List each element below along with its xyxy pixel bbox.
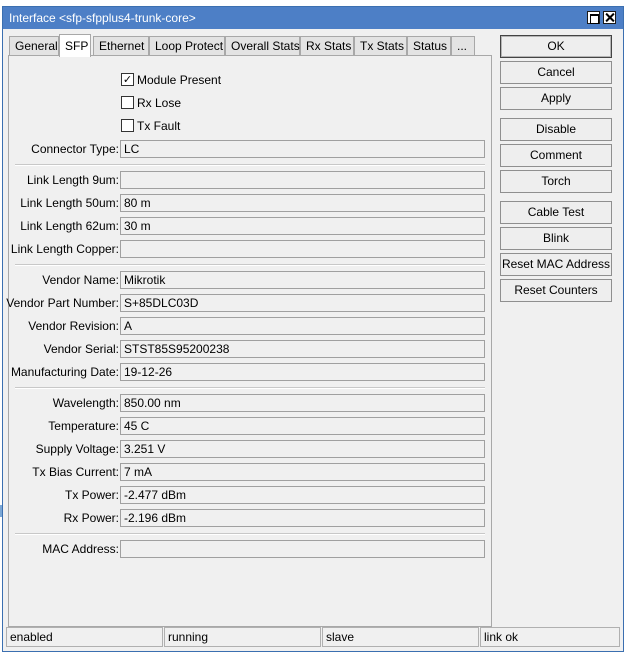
separator [15,387,485,389]
link-length-9um-field[interactable] [120,171,485,189]
connector-type-field[interactable]: LC [120,140,485,158]
status-enabled: enabled [6,627,163,647]
vendor-part-number-label: Vendor Part Number: [6,296,119,310]
checkbox-module-present-label: Module Present [137,73,222,87]
tx-power-label: Tx Power: [64,488,119,502]
disable-button[interactable]: Disable [500,118,612,141]
status-slave: slave [322,627,479,647]
row-link-length-copper: Link Length Copper: [9,240,491,259]
temperature-field[interactable]: 45 C [120,417,485,435]
separator [15,164,485,166]
cancel-button[interactable]: Cancel [500,61,612,84]
vendor-serial-label: Vendor Serial: [43,342,119,356]
row-tx-power: Tx Power: -2.477 dBm [9,486,491,505]
separator [15,264,485,266]
manufacturing-date-label: Manufacturing Date: [10,365,119,379]
tx-power-field[interactable]: -2.477 dBm [120,486,485,504]
tab-rx-stats[interactable]: Rx Stats [300,36,354,56]
row-rx-power: Rx Power: -2.196 dBm [9,509,491,528]
vendor-serial-field[interactable]: STST85S95200238 [120,340,485,358]
row-link-length-50um: Link Length 50um: 80 m [9,194,491,213]
reset-mac-address-button[interactable]: Reset MAC Address [500,253,612,276]
wavelength-field[interactable]: 850.00 nm [120,394,485,412]
row-connector-type: Connector Type: LC [9,140,491,159]
checkbox-module-present-box[interactable]: ✓ [121,73,134,86]
tab-overall-stats[interactable]: Overall Stats [225,36,300,56]
temperature-label: Temperature: [48,419,119,433]
row-wavelength: Wavelength: 850.00 nm [9,394,491,413]
apply-button[interactable]: Apply [500,87,612,110]
vendor-revision-label: Vendor Revision: [28,319,119,333]
title-bar[interactable]: Interface <sfp-sfpplus4-trunk-core> [3,7,623,29]
checkbox-tx-fault-box[interactable] [121,119,134,132]
row-vendor-name: Vendor Name: Mikrotik [9,271,491,290]
tab-ethernet[interactable]: Ethernet [93,36,149,56]
connector-type-label: Connector Type: [31,142,119,156]
interface-dialog: Interface <sfp-sfpplus4-trunk-core> Gene… [2,6,624,652]
close-icon[interactable] [603,11,616,24]
maximize-icon[interactable] [587,11,600,24]
status-running: running [164,627,321,647]
checkbox-tx-fault-label: Tx Fault [137,119,181,133]
supply-voltage-label: Supply Voltage: [35,442,119,456]
window-title: Interface <sfp-sfpplus4-trunk-core> [9,11,196,25]
tab-sfp[interactable]: SFP [59,34,91,57]
rx-power-label: Rx Power: [63,511,119,525]
tab-tx-stats[interactable]: Tx Stats [354,36,407,56]
wavelength-label: Wavelength: [52,396,119,410]
ok-button[interactable]: OK [500,35,612,58]
tab-status[interactable]: Status [407,36,451,56]
mac-address-field[interactable] [120,540,485,558]
row-vendor-revision: Vendor Revision: A [9,317,491,336]
blink-button[interactable]: Blink [500,227,612,250]
checkbox-rx-lose-box[interactable] [121,96,134,109]
comment-button[interactable]: Comment [500,144,612,167]
status-bar: enabled running slave link ok [6,627,620,647]
row-link-length-9um: Link Length 9um: [9,171,491,190]
vendor-name-label: Vendor Name: [42,273,119,287]
status-link: link ok [480,627,620,647]
link-length-62um-label: Link Length 62um: [20,219,119,233]
vendor-part-number-field[interactable]: S+85DLC03D [120,294,485,312]
link-length-50um-field[interactable]: 80 m [120,194,485,212]
supply-voltage-field[interactable]: 3.251 V [120,440,485,458]
tab-loop-protect[interactable]: Loop Protect [149,36,225,56]
row-vendor-part-number: Vendor Part Number: S+85DLC03D [6,294,491,313]
mac-address-label: MAC Address: [42,542,119,556]
vendor-revision-field[interactable]: A [120,317,485,335]
checkbox-rx-lose-label: Rx Lose [137,96,182,110]
row-tx-bias-current: Tx Bias Current: 7 mA [9,463,491,482]
row-vendor-serial: Vendor Serial: STST85S95200238 [9,340,491,359]
tab-more[interactable]: ... [451,36,475,56]
vendor-name-field[interactable]: Mikrotik [120,271,485,289]
reset-counters-button[interactable]: Reset Counters [500,279,612,302]
cable-test-button[interactable]: Cable Test [500,201,612,224]
manufacturing-date-field[interactable]: 19-12-26 [120,363,485,381]
tx-bias-current-field[interactable]: 7 mA [120,463,485,481]
tab-general[interactable]: General [9,36,59,56]
tx-bias-current-label: Tx Bias Current: [32,465,119,479]
row-mac-address: MAC Address: [9,540,491,559]
link-length-copper-field[interactable] [120,240,485,258]
link-length-9um-label: Link Length 9um: [26,173,119,187]
row-supply-voltage: Supply Voltage: 3.251 V [9,440,491,459]
rx-power-field[interactable]: -2.196 dBm [120,509,485,527]
link-length-copper-label: Link Length Copper: [10,242,119,256]
row-manufacturing-date: Manufacturing Date: 19-12-26 [9,363,491,382]
torch-button[interactable]: Torch [500,170,612,193]
row-temperature: Temperature: 45 C [9,417,491,436]
link-length-50um-label: Link Length 50um: [20,196,119,210]
separator [15,533,485,535]
link-length-62um-field[interactable]: 30 m [120,217,485,235]
sfp-panel: ✓ Module Present Rx Lose Tx Fault Connec… [6,55,492,627]
row-link-length-62um: Link Length 62um: 30 m [9,217,491,236]
